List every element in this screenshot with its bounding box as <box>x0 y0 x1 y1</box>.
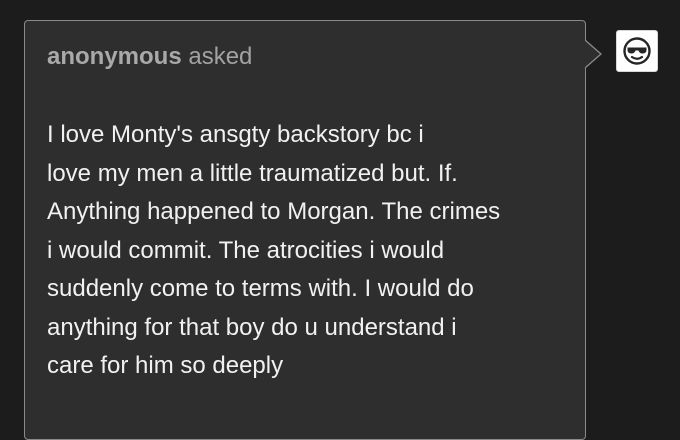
avatar[interactable] <box>616 30 658 72</box>
asked-label: asked <box>188 43 253 70</box>
ask-body-line: suddenly come to terms with. I would do <box>47 275 474 302</box>
anonymous-sunglasses-avatar-icon <box>623 37 651 65</box>
ask-body: I love Monty's ansgty backstory bc i lov… <box>47 116 567 386</box>
asker-name[interactable]: anonymous <box>47 43 182 70</box>
ask-body-line: Anything happened to Morgan. The crimes <box>47 198 501 225</box>
ask-body-line: care for him so deeply <box>47 352 284 379</box>
ask-body-line: anything for that boy do u understand i <box>47 313 457 341</box>
ask-body-line: i would commit. The atrocities i would <box>47 236 445 264</box>
ask-card: anonymous asked I love Monty's ansgty ba… <box>24 20 586 440</box>
ask-body-line: I love Monty's ansgty backstory bc i <box>47 121 424 148</box>
ask-header: anonymous asked <box>47 43 252 71</box>
speech-bubble-arrow <box>585 40 602 68</box>
ask-body-line: love my men a little traumatized but. If… <box>47 159 458 187</box>
